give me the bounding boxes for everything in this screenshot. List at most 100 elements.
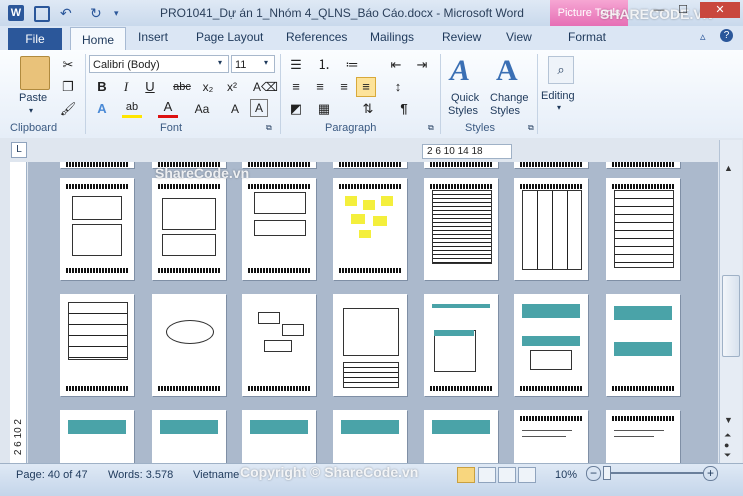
page-thumbnail[interactable] <box>152 294 226 396</box>
editing-dropdown-icon[interactable]: ▾ <box>557 103 561 112</box>
full-screen-reading-icon[interactable] <box>478 467 496 483</box>
page-thumbnail[interactable] <box>333 294 407 396</box>
quick-styles-label-2[interactable]: Styles <box>448 105 478 117</box>
page-thumbnail[interactable] <box>152 178 226 280</box>
tab-view[interactable]: View <box>506 30 532 44</box>
copy-icon[interactable]: ❐ <box>58 77 78 97</box>
clear-formatting-icon[interactable]: A⌫ <box>253 77 278 97</box>
zoom-out-icon[interactable]: − <box>586 466 601 481</box>
paste-dropdown-icon[interactable]: ▾ <box>29 106 33 115</box>
page-thumbnail[interactable] <box>424 294 498 396</box>
next-page-icon[interactable]: ⏷ <box>724 450 731 461</box>
tab-home[interactable]: Home <box>70 27 126 52</box>
change-case-icon[interactable]: Aa <box>192 99 212 119</box>
undo-icon[interactable]: ↶ <box>60 5 76 21</box>
change-styles-icon[interactable]: A <box>496 54 518 88</box>
highlight-icon[interactable]: ab <box>122 99 142 118</box>
save-icon[interactable] <box>34 6 50 22</box>
decrease-indent-icon[interactable]: ⇤ <box>386 55 406 75</box>
zoom-in-icon[interactable]: + <box>703 466 718 481</box>
tab-mailings[interactable]: Mailings <box>370 30 414 44</box>
tab-selector-icon[interactable]: L <box>11 142 27 158</box>
editing-button-label[interactable]: Editing <box>541 90 575 102</box>
subscript-icon[interactable]: x₂ <box>198 77 218 97</box>
outline-view-icon[interactable] <box>518 467 536 483</box>
page-thumbnail[interactable] <box>606 162 680 168</box>
align-right-icon[interactable]: ≡ <box>334 77 354 97</box>
language-indicator[interactable]: Vietname <box>193 469 239 481</box>
quick-styles-icon[interactable]: A <box>450 54 470 88</box>
font-color-icon[interactable]: A <box>158 99 178 118</box>
page-thumbnail[interactable] <box>514 178 588 280</box>
paragraph-dialog-launcher-icon[interactable]: ⧉ <box>428 123 434 133</box>
scroll-up-icon[interactable]: ▲ <box>724 163 733 173</box>
cut-icon[interactable]: ✂ <box>58 55 78 75</box>
horizontal-ruler[interactable]: 2 6 10 14 18 <box>422 144 512 159</box>
tab-insert[interactable]: Insert <box>138 30 168 44</box>
page-thumbnail[interactable] <box>514 162 588 168</box>
align-left-icon[interactable]: ≡ <box>286 77 306 97</box>
help-icon[interactable]: ? <box>720 29 733 42</box>
page-thumbnail[interactable] <box>333 178 407 280</box>
line-spacing-icon[interactable]: ↕ <box>388 77 408 97</box>
scroll-thumb[interactable] <box>722 275 740 357</box>
zoom-slider-thumb[interactable] <box>603 466 611 480</box>
change-styles-label-2[interactable]: Styles <box>490 105 520 117</box>
word-count[interactable]: Words: 3.578 <box>108 469 173 481</box>
page-thumbnail[interactable] <box>606 178 680 280</box>
bold-icon[interactable]: B <box>92 77 112 97</box>
tab-format[interactable]: Format <box>568 30 606 44</box>
font-name-dropdown-icon[interactable]: ▾ <box>218 58 222 67</box>
tab-references[interactable]: References <box>286 30 347 44</box>
font-size-field[interactable]: 11 <box>231 55 275 73</box>
superscript-icon[interactable]: x² <box>222 77 242 97</box>
tab-page-layout[interactable]: Page Layout <box>196 30 263 44</box>
page-thumbnail[interactable] <box>242 178 316 280</box>
page-thumbnail[interactable] <box>60 162 134 168</box>
browse-object-icon[interactable]: ● <box>724 440 729 450</box>
change-styles-label-1[interactable]: Change <box>490 92 529 104</box>
bullets-icon[interactable]: ☰ <box>286 55 306 75</box>
styles-dialog-launcher-icon[interactable]: ⧉ <box>528 123 534 133</box>
format-painter-icon[interactable]: 🖌 <box>58 99 78 119</box>
justify-icon[interactable]: ≡ <box>356 77 376 97</box>
page-thumbnail[interactable] <box>333 162 407 168</box>
minimize-ribbon-icon[interactable]: ▵ <box>700 30 706 43</box>
text-effects-icon[interactable]: A <box>92 99 112 119</box>
page-thumbnail[interactable] <box>60 410 134 463</box>
shading-icon[interactable]: ◩ <box>286 99 306 119</box>
tab-file[interactable]: File <box>8 28 62 50</box>
paste-button-label[interactable]: Paste <box>19 92 47 104</box>
numbering-icon[interactable]: ⒈ <box>314 55 334 75</box>
page-thumbnail[interactable] <box>424 410 498 463</box>
web-layout-icon[interactable] <box>498 467 516 483</box>
multilevel-list-icon[interactable]: ≔ <box>342 55 362 75</box>
page-thumbnail[interactable] <box>424 162 498 168</box>
page-thumbnail[interactable] <box>424 178 498 280</box>
increase-indent-icon[interactable]: ⇥ <box>412 55 432 75</box>
grow-font-icon[interactable]: A <box>225 99 245 119</box>
font-dialog-launcher-icon[interactable]: ⧉ <box>266 123 272 133</box>
word-icon[interactable]: W <box>8 5 24 21</box>
strikethrough-icon[interactable]: abc <box>172 77 192 97</box>
zoom-level[interactable]: 10% <box>555 469 577 481</box>
page-thumbnail[interactable] <box>60 294 134 396</box>
page-thumbnail[interactable] <box>606 294 680 396</box>
page-thumbnail[interactable] <box>333 410 407 463</box>
underline-icon[interactable]: U <box>140 77 160 97</box>
show-formatting-marks-icon[interactable]: ¶ <box>394 99 414 119</box>
sort-icon[interactable]: ⇅ <box>358 99 378 119</box>
close-icon[interactable]: ✕ <box>700 2 740 18</box>
page-thumbnail[interactable] <box>242 162 316 168</box>
page-thumbnail[interactable] <box>606 410 680 463</box>
font-size-dropdown-icon[interactable]: ▾ <box>264 58 268 67</box>
page-thumbnail[interactable] <box>152 410 226 463</box>
minimize-icon[interactable]: — <box>648 2 670 18</box>
customize-toolbar-icon[interactable]: ▾ <box>114 5 130 21</box>
maximize-icon[interactable]: ☐ <box>672 2 694 18</box>
tab-review[interactable]: Review <box>442 30 481 44</box>
italic-icon[interactable]: I <box>116 77 136 97</box>
zoom-slider[interactable] <box>603 472 703 474</box>
document-area[interactable] <box>28 162 718 463</box>
align-center-icon[interactable]: ≡ <box>310 77 330 97</box>
